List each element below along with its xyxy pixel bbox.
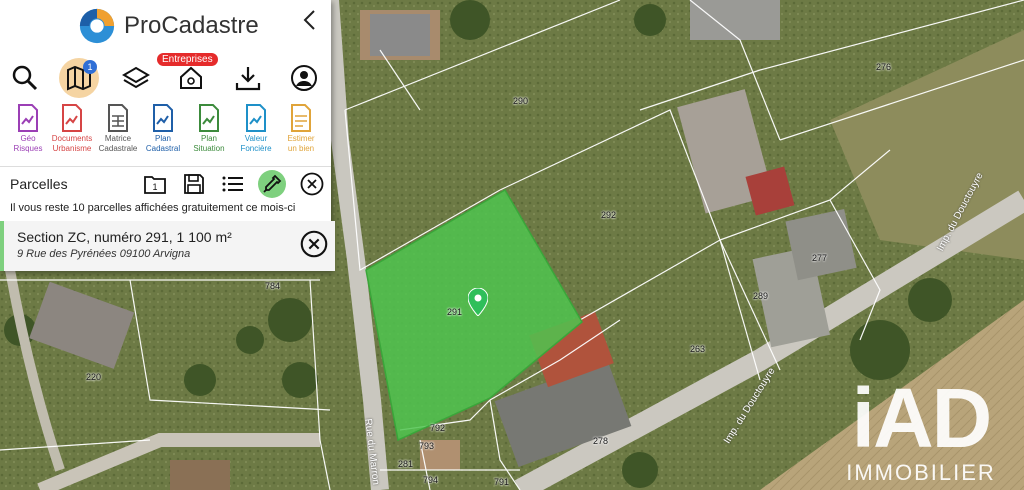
close-circle-icon (300, 172, 324, 196)
parcel-label: 784 (265, 281, 281, 291)
brand: ProCadastre (78, 6, 259, 46)
parcel-label: 794 (423, 475, 439, 485)
doc-label: Valeur (244, 134, 268, 143)
layers-button[interactable] (116, 56, 156, 100)
document-icon (153, 104, 173, 132)
iad-subtitle: IMMOBILIER (846, 460, 996, 485)
entreprises-button[interactable]: Entreprises (157, 53, 218, 100)
location-pin-icon[interactable] (468, 288, 488, 316)
parcel-label: 277 (812, 253, 828, 263)
doc-label: Cadastral (145, 144, 181, 153)
doc-label: Risques (13, 144, 43, 153)
list-button[interactable] (219, 170, 247, 198)
doc-label: Urbanisme (52, 144, 92, 153)
doc-label: Plan (200, 134, 217, 143)
app-name: ProCadastre (124, 12, 259, 39)
quota-notice: Il vous reste 10 parcelles affichées gra… (10, 202, 296, 214)
folder-button[interactable]: 1 (141, 170, 169, 198)
parcel-title: Section ZC, numéro 291, 1 100 m² (17, 229, 232, 245)
parcel-label: 278 (593, 436, 609, 446)
doc-plan-cadastral[interactable]: Plan Cadastral (140, 104, 186, 154)
entreprises-badge: Entreprises (157, 53, 218, 66)
download-icon (235, 67, 261, 91)
close-parcelles-button[interactable] (298, 170, 326, 198)
parcel-label: 793 (419, 441, 435, 451)
save-icon (184, 174, 204, 194)
doc-estimer[interactable]: Estimer un bien (278, 104, 324, 154)
document-icon (246, 104, 266, 132)
doc-label: Géo (20, 134, 36, 143)
house-search-icon (180, 66, 202, 89)
doc-label: Plan (154, 134, 171, 143)
parcel-label: 792 (430, 423, 446, 433)
list-icon (222, 176, 243, 192)
doc-matrice[interactable]: Matrice Cadastrale (95, 104, 141, 154)
doc-urbanisme[interactable]: Documents Urbanisme (49, 104, 95, 154)
document-icon (62, 104, 82, 132)
layers-icon (122, 66, 150, 89)
parcel-label: 292 (601, 210, 617, 220)
close-circle-icon[interactable] (300, 230, 328, 258)
doc-valeur-fonciere[interactable]: Valeur Foncière (233, 104, 279, 154)
parcel-address: 9 Rue des Pyrénées 09100 Arvigna (17, 248, 191, 260)
doc-plan-situation[interactable]: Plan Situation (186, 104, 232, 154)
document-icon (199, 104, 219, 132)
iad-watermark: iAD IMMOBILIER (826, 376, 1016, 486)
search-icon (12, 65, 38, 91)
parcelles-title: Parcelles (10, 176, 68, 192)
folder-count: 1 (152, 182, 157, 192)
save-button[interactable] (180, 170, 208, 198)
doc-label: un bien (287, 144, 315, 153)
procadastre-logo-icon (79, 8, 115, 44)
doc-label: Estimer (287, 134, 315, 143)
map-parcels-button[interactable]: 1 (59, 58, 99, 98)
count-badge: 1 (83, 60, 97, 74)
parcel-label: 291 (447, 307, 463, 317)
parcel-label: 281 (398, 459, 414, 469)
picker-button[interactable] (258, 170, 286, 198)
doc-label: Documents (51, 134, 93, 143)
parcel-label: 263 (690, 344, 706, 354)
document-icon (18, 104, 38, 132)
parcel-label: 276 (876, 62, 892, 72)
selected-parcel-card[interactable]: Section ZC, numéro 291, 1 100 m² 9 Rue d… (0, 221, 335, 271)
parcel-label: 791 (494, 477, 510, 487)
parcel-label: 290 (513, 96, 529, 106)
chevron-left-icon[interactable] (300, 8, 320, 32)
iad-logo: iAD (851, 371, 993, 465)
document-icon (291, 104, 311, 132)
divider (0, 166, 331, 167)
doc-georisques[interactable]: Géo Risques (5, 104, 51, 154)
user-icon (291, 65, 317, 91)
doc-label: Situation (193, 144, 225, 153)
side-panel: ProCadastre 1 Entreprises Géo Risques Do… (0, 0, 335, 271)
account-button[interactable] (284, 56, 324, 100)
download-button[interactable] (228, 56, 268, 100)
parcel-label: 220 (86, 372, 102, 382)
table-document-icon (108, 104, 128, 132)
toolbar: 1 Entreprises (0, 53, 331, 100)
doc-label: Foncière (240, 144, 272, 153)
doc-label: Matrice (104, 134, 132, 143)
parcel-label: 289 (753, 291, 769, 301)
folder-icon: 1 (144, 176, 166, 194)
search-button[interactable] (5, 56, 45, 100)
documents-row: Géo Risques Documents Urbanisme Matrice … (0, 104, 331, 164)
eyedropper-icon (263, 174, 282, 193)
doc-label: Cadastrale (98, 144, 138, 153)
